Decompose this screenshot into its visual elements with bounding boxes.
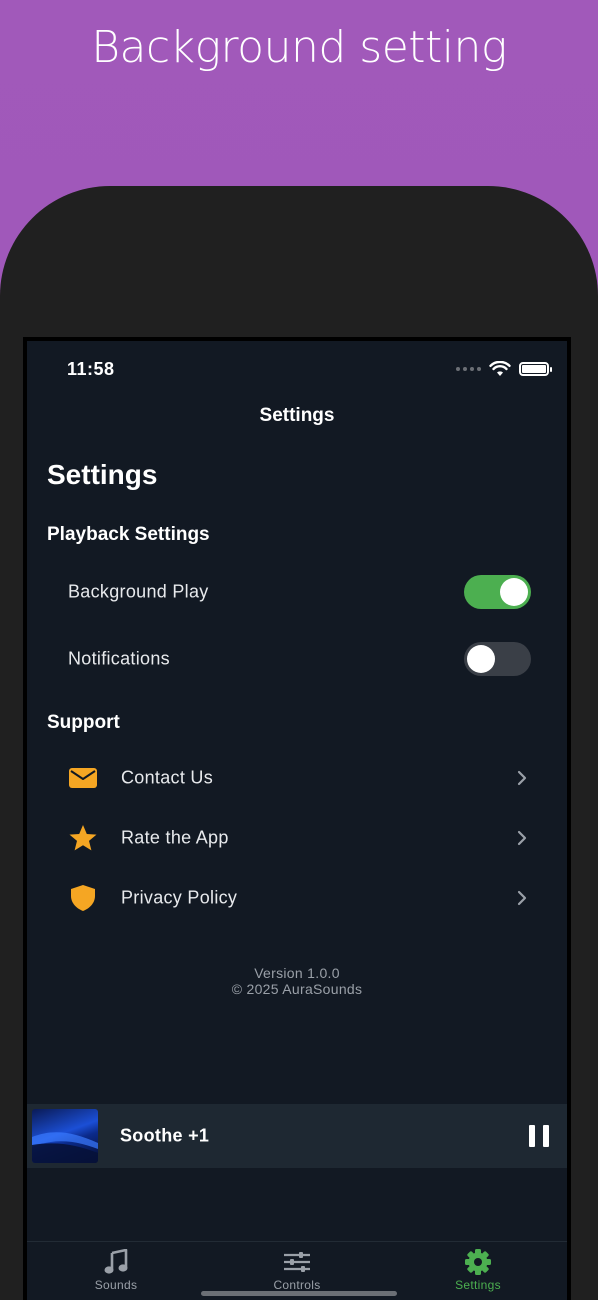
tab-bar: Sounds Controls Settings xyxy=(27,1241,567,1300)
notifications-label: Notifications xyxy=(68,648,170,669)
now-playing-bar[interactable]: Soothe +1 xyxy=(27,1104,567,1168)
contact-us-label: Contact Us xyxy=(121,767,214,788)
tab-sounds-label: Sounds xyxy=(94,1278,138,1292)
tab-settings[interactable]: Settings xyxy=(418,1248,538,1292)
music-note-icon xyxy=(56,1248,176,1276)
battery-icon xyxy=(519,362,552,376)
status-bar: 11:58 xyxy=(27,341,567,391)
sliders-icon xyxy=(237,1248,357,1276)
wifi-icon xyxy=(489,361,511,376)
pause-button[interactable] xyxy=(529,1125,549,1147)
toggle-knob xyxy=(500,578,528,606)
gear-icon xyxy=(418,1248,538,1276)
envelope-icon xyxy=(67,762,99,794)
privacy-policy-row[interactable]: Privacy Policy xyxy=(27,873,567,923)
notifications-toggle[interactable] xyxy=(464,642,531,676)
home-indicator xyxy=(201,1291,397,1296)
rate-the-app-label: Rate the App xyxy=(121,827,229,848)
notifications-row: Notifications xyxy=(27,634,567,684)
copyright-text: © 2025 AuraSounds xyxy=(231,981,363,997)
chevron-right-icon xyxy=(515,828,529,848)
chevron-right-icon xyxy=(515,768,529,788)
status-icons xyxy=(456,361,552,377)
version-text: Version 1.0.0 xyxy=(254,965,340,981)
promo-title: Background setting xyxy=(91,22,507,73)
background-play-row: Background Play xyxy=(27,567,567,617)
playback-settings-header: Playback Settings xyxy=(47,524,210,545)
background-play-label: Background Play xyxy=(68,581,209,602)
tab-sounds[interactable]: Sounds xyxy=(56,1248,176,1292)
contact-us-row[interactable]: Contact Us xyxy=(27,753,567,803)
rate-the-app-row[interactable]: Rate the App xyxy=(27,813,567,863)
toggle-knob xyxy=(467,645,495,673)
background-play-toggle[interactable] xyxy=(464,575,531,609)
page-title: Settings xyxy=(47,459,158,490)
chevron-right-icon xyxy=(515,888,529,908)
privacy-policy-label: Privacy Policy xyxy=(121,887,238,908)
nav-title: Settings xyxy=(259,405,335,426)
shield-icon xyxy=(67,882,99,914)
status-time: 11:58 xyxy=(67,359,115,379)
tab-controls[interactable]: Controls xyxy=(237,1248,357,1292)
signal-icon xyxy=(456,367,481,371)
tab-settings-label: Settings xyxy=(455,1278,501,1292)
support-header: Support xyxy=(47,712,120,733)
now-playing-title: Soothe +1 xyxy=(120,1125,210,1146)
album-art xyxy=(32,1109,98,1163)
phone-screen: 11:58 Settings Settings Playback Setting… xyxy=(23,337,571,1300)
tab-controls-label: Controls xyxy=(273,1278,321,1292)
star-icon xyxy=(67,822,99,854)
app-screen: 11:58 Settings Settings Playback Setting… xyxy=(27,341,567,1300)
